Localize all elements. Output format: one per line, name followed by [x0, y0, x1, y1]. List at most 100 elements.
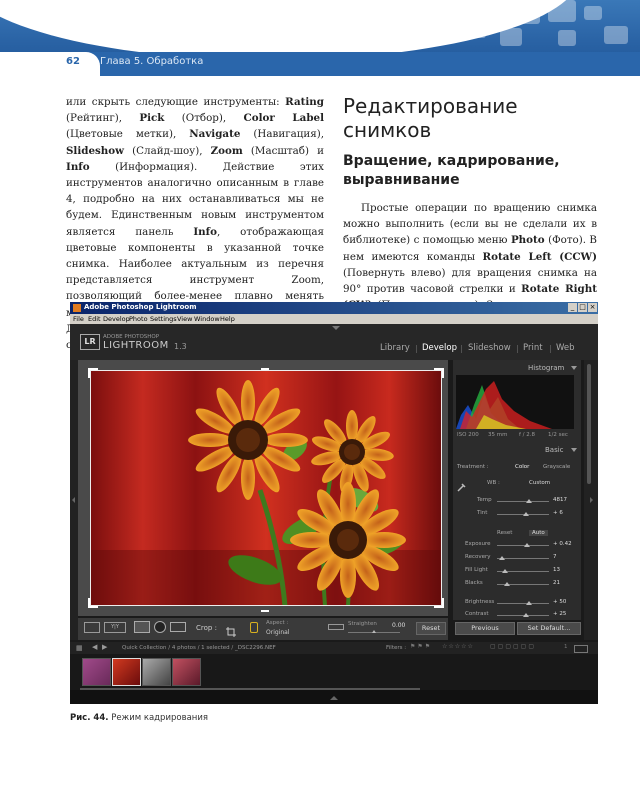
- forward-arrow-icon[interactable]: ▶: [102, 643, 107, 651]
- menu-photo[interactable]: Photo: [129, 315, 148, 323]
- lightroom-logo: LR: [80, 334, 100, 350]
- slider-value[interactable]: + 50: [553, 599, 566, 605]
- filmstrip-toggle-icon[interactable]: [574, 645, 588, 653]
- basic-panel-title[interactable]: Basic: [545, 446, 564, 454]
- crop-handle-top-right[interactable]: [434, 368, 444, 378]
- straighten-knob[interactable]: [372, 630, 376, 633]
- module-web[interactable]: Web: [556, 343, 575, 353]
- slider-track[interactable]: [497, 501, 549, 502]
- red-eye-icon[interactable]: [154, 621, 166, 633]
- slider-knob[interactable]: [504, 582, 511, 586]
- menu-edit[interactable]: Edit: [88, 315, 101, 323]
- bold-term: Pick: [139, 112, 165, 125]
- slider-value[interactable]: + 6: [553, 510, 563, 516]
- banner-decor-square: [466, 4, 484, 18]
- lock-icon[interactable]: [250, 622, 258, 633]
- bold-term: Rating: [285, 96, 324, 108]
- reset-tone-label[interactable]: Reset: [497, 530, 512, 536]
- auto-tone-button[interactable]: Auto: [529, 530, 548, 536]
- bold-term: Color Label: [243, 112, 324, 125]
- menu-help[interactable]: Help: [220, 315, 235, 323]
- slider-track[interactable]: [497, 545, 549, 546]
- left-panel-arrow-icon[interactable]: [72, 497, 75, 503]
- aspect-value[interactable]: Original: [266, 629, 289, 636]
- filter-flags-icon[interactable]: ⚑⚑⚑: [410, 643, 432, 650]
- slider-track[interactable]: [497, 603, 549, 604]
- slider-knob[interactable]: [499, 556, 506, 560]
- slider-knob[interactable]: [501, 569, 508, 573]
- grid-icon[interactable]: ▦: [76, 644, 83, 652]
- crop-frame[interactable]: [90, 370, 442, 606]
- crop-overlay-icon[interactable]: [134, 621, 150, 633]
- slider-knob[interactable]: [526, 601, 533, 605]
- slider-value[interactable]: + 0.42: [553, 541, 572, 547]
- filter-color-labels-icon[interactable]: ▢▢▢▢▢▢: [490, 643, 536, 650]
- previous-button[interactable]: Previous: [455, 622, 515, 635]
- slider-value[interactable]: 13: [553, 567, 560, 573]
- menu-settings[interactable]: Settings: [150, 315, 177, 323]
- filmstrip-source[interactable]: Quick Collection / 4 photos / 1 selected…: [122, 645, 276, 651]
- right-panel-arrow-icon[interactable]: [590, 497, 593, 503]
- text-run: или скрыть следующие инструменты:: [66, 96, 286, 108]
- module-print[interactable]: Print: [523, 343, 543, 353]
- slider-knob[interactable]: [522, 512, 529, 516]
- straighten-value[interactable]: 0.00: [392, 622, 405, 629]
- wb-value[interactable]: Custom: [529, 480, 550, 486]
- slider-label: Tint: [477, 510, 488, 516]
- text-run: (Цветовые метки),: [66, 128, 190, 141]
- slider-value[interactable]: 4817: [553, 497, 567, 503]
- spot-removal-icon[interactable]: [170, 622, 186, 632]
- bold-term: Rotate Left (CCW): [482, 250, 597, 263]
- menu-bar: File Edit Develop Photo Settings View Wi…: [70, 314, 598, 324]
- module-develop[interactable]: Develop: [422, 343, 457, 353]
- collapse-bottom-icon[interactable]: [330, 696, 338, 700]
- crop-handle-bottom-right[interactable]: [434, 598, 444, 608]
- module-library[interactable]: Library: [380, 343, 410, 353]
- lightroom-screenshot: Adobe Photoshop Lightroom _ □ × File Edi…: [70, 302, 598, 704]
- module-slideshow[interactable]: Slideshow: [468, 343, 511, 353]
- back-arrow-icon[interactable]: ◀: [92, 643, 97, 651]
- collapse-top-icon[interactable]: [332, 326, 340, 330]
- minimize-icon[interactable]: _: [568, 303, 577, 312]
- histogram-panel-title[interactable]: Histogram: [528, 364, 564, 372]
- histogram-toggle-icon[interactable]: [571, 366, 577, 370]
- banner-decor-square: [584, 6, 602, 20]
- slider-value[interactable]: 7: [553, 554, 557, 560]
- slider-knob[interactable]: [526, 499, 533, 503]
- menu-view[interactable]: View: [177, 315, 192, 323]
- treatment-color[interactable]: Color: [515, 464, 529, 470]
- crop-handle-bottom[interactable]: [261, 602, 269, 612]
- menu-file[interactable]: File: [73, 315, 84, 323]
- image-viewport[interactable]: [78, 360, 448, 616]
- crop-handle-bottom-left[interactable]: [88, 598, 98, 608]
- loupe-view-icon[interactable]: [84, 622, 100, 633]
- slider-label: Temp: [477, 497, 492, 503]
- crop-handle-top[interactable]: [261, 368, 269, 378]
- toolbar-reset-button[interactable]: Reset: [416, 622, 446, 635]
- slider-value[interactable]: 21: [553, 580, 560, 586]
- crop-tool-icon[interactable]: [226, 622, 236, 637]
- filmstrip-thumb-3[interactable]: [142, 658, 171, 686]
- set-default-button[interactable]: Set Default...: [517, 622, 581, 635]
- filmstrip-thumb-4[interactable]: [172, 658, 201, 686]
- straighten-tool-icon[interactable]: [328, 624, 344, 630]
- filter-stars-icon[interactable]: ☆☆☆☆☆: [442, 643, 474, 650]
- before-after-icon[interactable]: Y|Y: [104, 622, 126, 633]
- menu-window[interactable]: Window: [194, 315, 220, 323]
- panel-scrollbar[interactable]: [587, 364, 591, 484]
- filmstrip-thumb-2-selected[interactable]: [112, 658, 141, 686]
- slider-value[interactable]: + 25: [553, 611, 566, 617]
- menu-develop[interactable]: Develop: [103, 315, 130, 323]
- right-column: Редактирование снимков Вращение, кадриро…: [343, 94, 597, 330]
- maximize-icon[interactable]: □: [578, 303, 587, 312]
- basic-toggle-icon[interactable]: [571, 448, 577, 452]
- crop-handle-top-left[interactable]: [88, 368, 98, 378]
- slider-label: Blacks: [465, 580, 483, 586]
- close-icon[interactable]: ×: [588, 303, 597, 312]
- eyedropper-icon[interactable]: [457, 477, 467, 492]
- banner-decor-square: [500, 28, 522, 46]
- treatment-grayscale[interactable]: Grayscale: [543, 464, 570, 470]
- slider-knob[interactable]: [523, 613, 530, 617]
- filmstrip-thumb-1[interactable]: [82, 658, 111, 686]
- slider-knob[interactable]: [524, 543, 531, 547]
